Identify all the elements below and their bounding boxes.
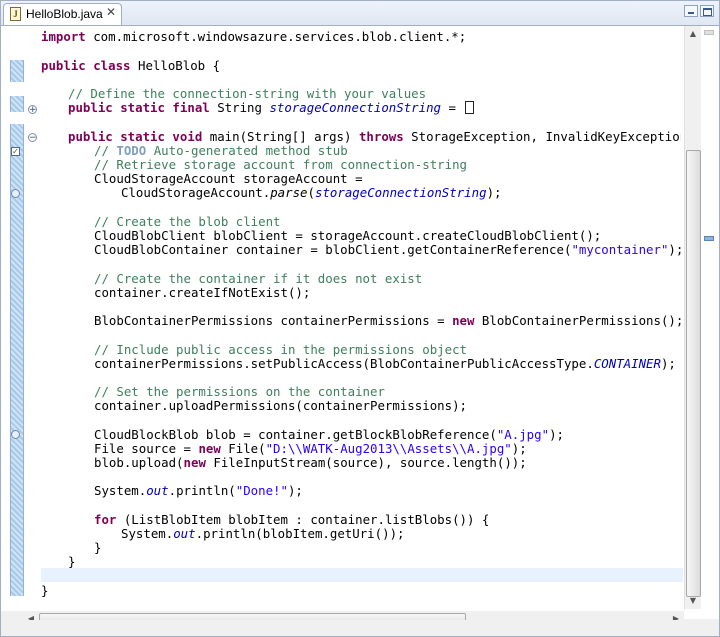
code-line: blob.upload(new FileInputStream(source),… <box>94 455 527 470</box>
code-line: } <box>68 554 76 569</box>
code-line: containerPermissions.setPublicAccess(Blo… <box>94 356 676 371</box>
code-comment: // Create the blob client <box>94 214 281 229</box>
code-line: System.out.println("Done!"); <box>94 483 303 498</box>
task-marker-icon[interactable]: ✓ <box>11 147 20 156</box>
editor-window: J HelloBlob.java ✕ + − ✓ import com.micr… <box>0 0 720 637</box>
tab-bar: J HelloBlob.java ✕ <box>1 1 719 26</box>
vertical-scrollbar[interactable]: ▲ ▼ <box>684 26 701 609</box>
occurrence-marker-icon <box>11 430 20 439</box>
code-todo-comment: // TODO Auto-generated method stub <box>94 143 348 158</box>
close-icon[interactable]: ✕ <box>106 5 116 19</box>
overview-mark[interactable] <box>704 236 714 241</box>
maximize-icon[interactable] <box>700 5 714 17</box>
code-line: public static final String storageConnec… <box>68 101 475 115</box>
code-line: import com.microsoft.windowsazure.servic… <box>41 29 467 44</box>
code-line: System.out.println(blobItem.getUri()); <box>121 526 405 541</box>
collapse-fold-icon[interactable]: − <box>28 133 37 143</box>
code-line: BlobContainerPermissions containerPermis… <box>94 313 681 328</box>
code-line: CloudBlobClient blobClient = storageAcco… <box>94 228 602 243</box>
editor-bottom-border <box>1 620 719 636</box>
overview-ruler[interactable] <box>701 26 717 619</box>
code-line: File source = new File("D:\\WATK-Aug2013… <box>94 441 527 456</box>
code-area[interactable]: import com.microsoft.windowsazure.servic… <box>41 26 681 619</box>
minimize-icon[interactable] <box>684 5 698 17</box>
code-line: CloudBlobContainer container = blobClien… <box>94 242 681 257</box>
code-line: } <box>94 540 102 555</box>
code-comment: // Set the permissions on the container <box>94 384 385 399</box>
vertical-scroll-thumb[interactable] <box>686 150 701 597</box>
expand-fold-icon[interactable]: + <box>28 105 37 115</box>
code-line: public class HelloBlob { <box>41 58 221 73</box>
overview-mark[interactable] <box>704 30 714 35</box>
tab-label: HelloBlob.java <box>26 7 103 21</box>
tab-hello-blob[interactable]: J HelloBlob.java ✕ <box>3 3 122 25</box>
quick-diff-bar <box>10 96 24 112</box>
scroll-up-icon[interactable]: ▲ <box>685 26 701 42</box>
code-line: CloudBlockBlob blob = container.getBlock… <box>94 427 564 442</box>
code-editor[interactable]: + − ✓ import com.microsoft.windowsazure.… <box>1 26 719 627</box>
quick-diff-bar <box>10 60 24 82</box>
code-line: container.uploadPermissions(containerPer… <box>94 398 467 413</box>
scroll-down-icon[interactable]: ▼ <box>685 593 701 609</box>
code-line: CloudStorageAccount.parse(storageConnect… <box>121 185 502 200</box>
code-comment: // Create the container if it does not e… <box>94 271 423 286</box>
occurrence-marker-icon <box>11 189 20 198</box>
code-line: for (ListBlobItem blobItem : container.l… <box>94 512 490 527</box>
java-file-icon: J <box>10 7 21 21</box>
code-comment: // Retrieve storage account from connect… <box>94 157 467 172</box>
code-line: } <box>41 583 49 598</box>
code-comment: // Define the connection-string with you… <box>68 86 427 101</box>
code-line: CloudStorageAccount storageAccount = <box>94 171 363 186</box>
code-comment: // Include public access in the permissi… <box>94 342 467 357</box>
code-line: public static void main(String[] args) t… <box>68 129 681 144</box>
code-line: container.createIfNotExist(); <box>94 285 311 300</box>
folded-value-box[interactable] <box>465 101 475 114</box>
